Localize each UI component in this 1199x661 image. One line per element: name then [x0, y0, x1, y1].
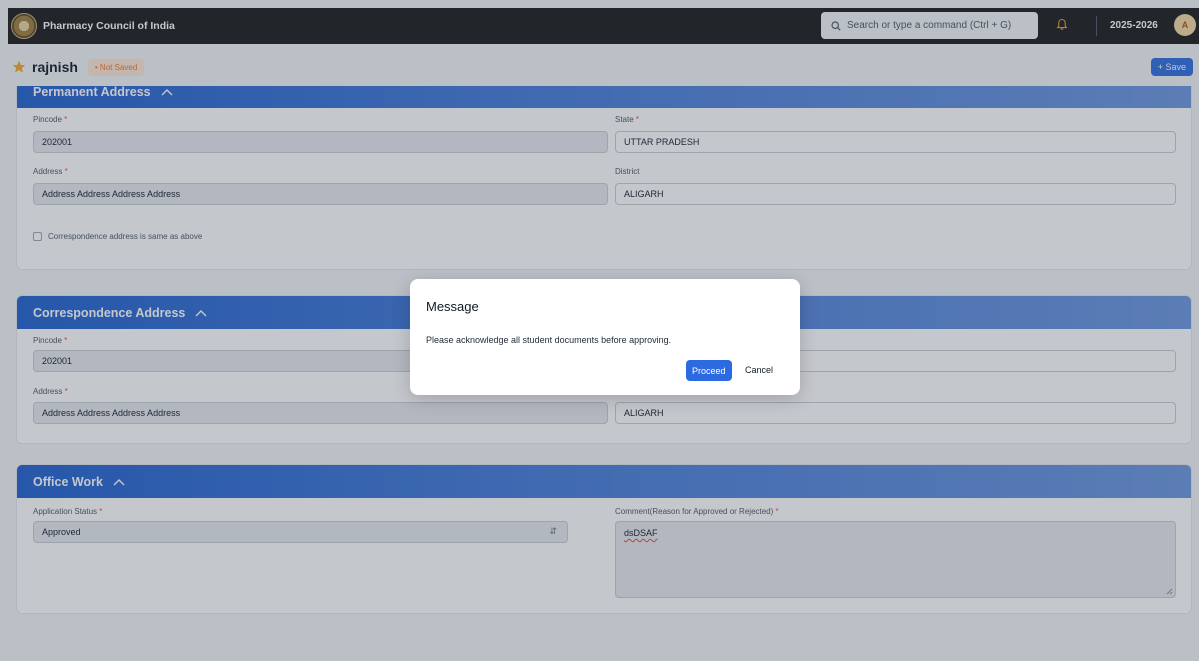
dialog-message: Please acknowledge all student documents… — [426, 335, 672, 345]
cancel-button[interactable]: Cancel — [745, 365, 773, 375]
proceed-button[interactable]: Proceed — [686, 360, 732, 381]
message-dialog: Message Please acknowledge all student d… — [410, 279, 800, 395]
dialog-title: Message — [426, 299, 479, 314]
